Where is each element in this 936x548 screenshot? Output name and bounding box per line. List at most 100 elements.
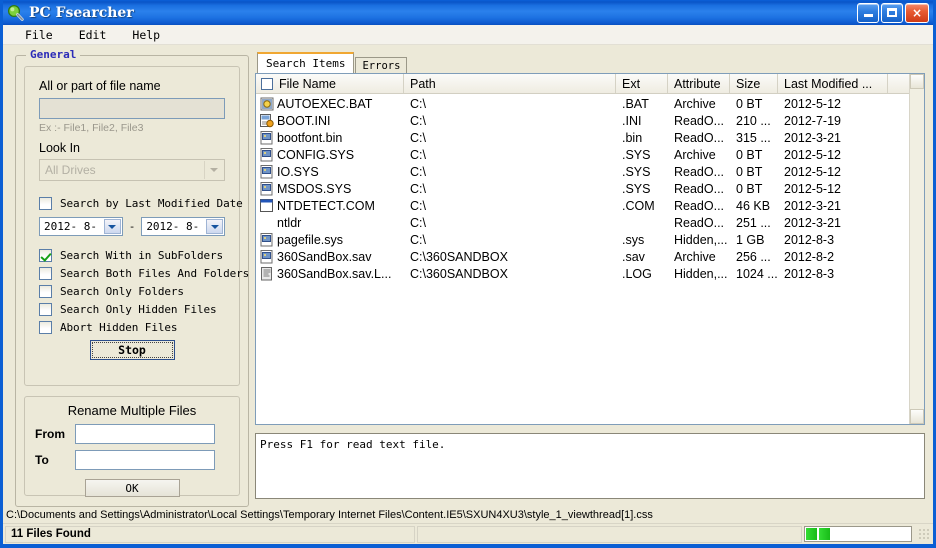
search-options-panel: All or part of file name Ex :- File1, Fi… <box>24 66 249 386</box>
checkbox-abort-hidden-files[interactable] <box>39 321 52 334</box>
current-path-bar: C:\Documents and Settings\Administrator\… <box>3 507 933 523</box>
status-bar: 11 Files Found <box>3 523 933 544</box>
chevron-down-icon[interactable] <box>204 161 223 179</box>
general-groupbox: General All or part of file name Ex :- F… <box>15 48 249 507</box>
cell-file-name: CONFIG.SYS <box>277 147 355 162</box>
chevron-down-icon[interactable] <box>103 219 121 234</box>
table-row[interactable]: AUTOEXEC.BAT C:\ .BAT Archive 0 BT 2012-5-12 <box>256 95 924 112</box>
maximize-button[interactable] <box>881 2 903 23</box>
results-vertical-scrollbar[interactable] <box>909 74 924 424</box>
resize-grip-icon[interactable] <box>918 528 930 540</box>
scroll-down-button[interactable] <box>910 409 924 424</box>
tab-errors[interactable]: Errors <box>355 57 408 73</box>
cell-attribute: ReadO... <box>674 181 725 196</box>
checkbox-search-subfolders[interactable] <box>39 249 52 262</box>
column-header-ext[interactable]: Ext <box>616 74 668 93</box>
table-row[interactable]: CONFIG.SYS C:\ .SYS Archive 0 BT 2012-5-12 <box>256 146 924 163</box>
results-pane: Search Items Errors File Name Path Ext A… <box>255 52 925 499</box>
cell-size: 46 KB <box>736 198 771 213</box>
magnifier-icon <box>7 4 24 21</box>
rename-from-input[interactable] <box>75 424 215 444</box>
cell-last-modified: 2012-5-12 <box>784 147 841 162</box>
table-row[interactable]: pagefile.sys C:\ .sys Hidden,... 1 GB 2012-8-… <box>256 231 924 248</box>
menu-help[interactable]: Help <box>122 27 170 43</box>
status-files-found: 11 Files Found <box>5 525 415 543</box>
cell-size: 256 ... <box>736 249 771 264</box>
chevron-down-icon[interactable] <box>206 219 223 234</box>
search-option-checkboxes: Search With in SubFolders Search Both Fi… <box>39 249 249 334</box>
table-row[interactable]: IO.SYS C:\ .SYS ReadO... 0 BT 2012-5-12 <box>256 163 924 180</box>
date-from-picker[interactable]: 2012- 8- 3 <box>39 217 123 236</box>
cell-size: 251 ... <box>736 215 771 230</box>
checkbox-row-subfolders[interactable]: Search With in SubFolders <box>39 249 225 262</box>
table-row[interactable]: BOOT.INI C:\ .INI ReadO... 210 ... 2012-7-19 <box>256 112 924 129</box>
cell-path: C:\ <box>410 164 426 179</box>
table-row[interactable]: MSDOS.SYS C:\ .SYS ReadO... 0 BT 2012-5-12 <box>256 180 924 197</box>
rename-to-row: To <box>35 450 239 470</box>
checkbox-search-files-and-folders[interactable] <box>39 267 52 280</box>
status-spacer <box>417 525 802 543</box>
cell-path: C:\360SANDBOX <box>410 266 508 281</box>
results-tabstrip: Search Items Errors <box>255 52 925 73</box>
column-header-size[interactable]: Size <box>730 74 778 93</box>
table-row[interactable]: bootfont.bin C:\ .bin ReadO... 315 ... 2012-3… <box>256 129 924 146</box>
cell-file-name: pagefile.sys <box>277 232 344 247</box>
tab-search-items[interactable]: Search Items <box>257 52 355 73</box>
cell-attribute: ReadO... <box>674 113 725 128</box>
checkbox-search-by-date-label: Search by Last Modified Date <box>60 197 243 210</box>
date-to-picker[interactable]: 2012- 8- 3 <box>141 217 225 236</box>
close-icon: × <box>911 5 923 20</box>
cell-path: C:\ <box>410 96 426 111</box>
scroll-up-button[interactable] <box>910 74 924 89</box>
cell-size: 210 ... <box>736 113 771 128</box>
cell-last-modified: 2012-3-21 <box>784 198 841 213</box>
table-row[interactable]: 360SandBox.sav C:\360SANDBOX .sav Archive 25… <box>256 248 924 265</box>
column-header-file-name[interactable]: File Name <box>256 74 404 93</box>
minimize-button[interactable] <box>857 2 879 23</box>
cell-size: 0 BT <box>736 147 763 162</box>
cell-path: C:\ <box>410 232 426 247</box>
checkbox-search-only-folders[interactable] <box>39 285 52 298</box>
cell-last-modified: 2012-8-2 <box>784 249 835 264</box>
no-icon <box>260 216 274 230</box>
lookin-select[interactable]: All Drives <box>39 159 225 181</box>
cell-file-name: NTDETECT.COM <box>277 198 375 213</box>
cell-ext: .sav <box>622 249 645 264</box>
select-all-checkbox[interactable] <box>261 77 273 90</box>
close-button[interactable]: × <box>905 2 929 23</box>
progress-segment <box>819 528 830 540</box>
checkbox-row-abort-hidden[interactable]: Abort Hidden Files <box>39 321 225 334</box>
rename-ok-button[interactable]: OK <box>84 479 180 497</box>
cell-last-modified: 2012-3-21 <box>784 130 841 145</box>
cell-last-modified: 2012-8-3 <box>784 232 835 247</box>
checkbox-search-only-hidden-files-label: Search Only Hidden Files <box>60 303 217 316</box>
cell-file-name: bootfont.bin <box>277 130 343 145</box>
checkbox-row-files-and-folders[interactable]: Search Both Files And Folders <box>39 267 249 280</box>
stop-button[interactable]: Stop <box>89 340 175 360</box>
table-row[interactable]: ntldr C:\ ReadO... 251 ... 2012-3-21 <box>256 214 924 231</box>
column-header-path[interactable]: Path <box>404 74 616 93</box>
checkbox-search-files-and-folders-label: Search Both Files And Folders <box>60 267 250 280</box>
results-rows: AUTOEXEC.BAT C:\ .BAT Archive 0 BT 2012-5-12 B… <box>256 94 924 282</box>
date-to-value: 2012- 8- 3 <box>146 220 213 233</box>
menu-edit[interactable]: Edit <box>69 27 117 43</box>
column-header-last-modified[interactable]: Last Modified ... <box>778 74 888 93</box>
menu-file[interactable]: File <box>15 27 63 43</box>
column-header-ext-label: Ext <box>622 76 641 91</box>
progress-bar <box>804 526 912 542</box>
cell-path: C:\ <box>410 147 426 162</box>
table-row[interactable]: 360SandBox.sav.L... C:\360SANDBOX .LOG Hidd… <box>256 265 924 282</box>
log-textarea[interactable]: Press F1 for read text file. <box>255 433 925 499</box>
rename-from-label: From <box>35 427 65 441</box>
table-row[interactable]: NTDETECT.COM C:\ .COM ReadO... 46 KB 2012-3-2… <box>256 197 924 214</box>
rename-to-input[interactable] <box>75 450 215 470</box>
cell-attribute: Hidden,... <box>674 266 728 281</box>
checkbox-search-only-hidden-files[interactable] <box>39 303 52 316</box>
checkbox-row-only-hidden[interactable]: Search Only Hidden Files <box>39 303 225 316</box>
generic-file-icon <box>260 164 274 179</box>
checkbox-row-only-folders[interactable]: Search Only Folders <box>39 285 225 298</box>
results-list: File Name Path Ext Attribute Size Last M… <box>255 73 925 425</box>
checkbox-search-by-date[interactable] <box>39 197 52 210</box>
column-header-attribute[interactable]: Attribute <box>668 74 730 93</box>
search-filename-input[interactable] <box>39 98 225 119</box>
